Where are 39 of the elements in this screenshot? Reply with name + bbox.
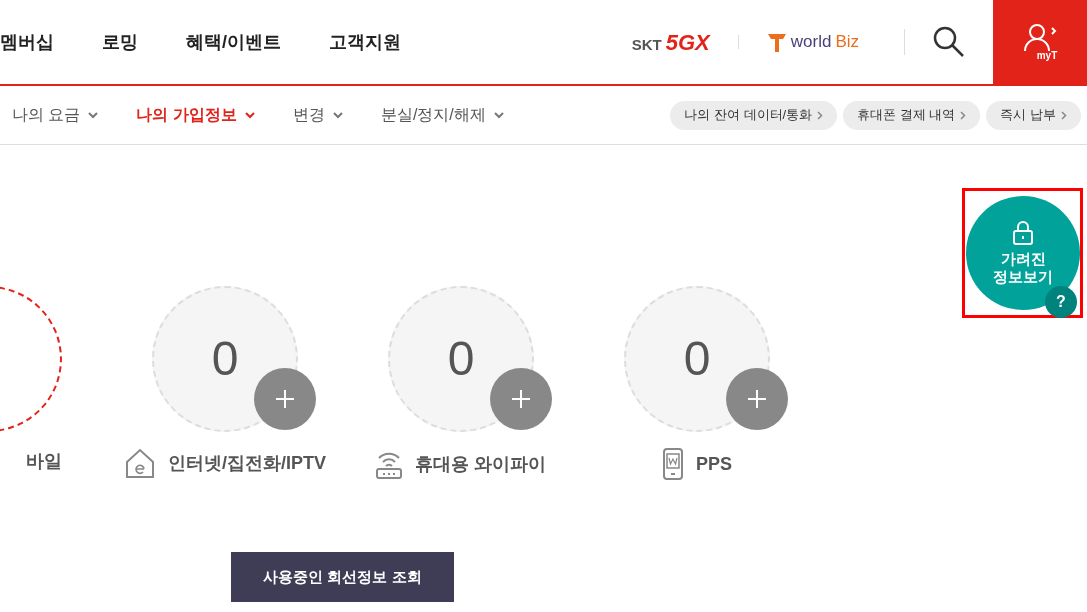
line-count: 0 [447,331,475,387]
sub-nav-tab[interactable]: 나의 가입정보 [136,103,255,127]
my-account-button[interactable]: myT [993,0,1087,84]
nav-link[interactable]: 로밍 [102,28,138,56]
shortcut-chip[interactable]: 즉시 납부 [986,100,1081,130]
chevron-right-icon [1061,110,1067,120]
line-type-label: 인터넷/집전화/IPTV [168,451,326,475]
nav-link[interactable]: 멤버십 [0,28,54,56]
plus-icon [275,389,295,409]
plus-icon [511,389,531,409]
logo[interactable]: SKT 5GX [631,25,710,59]
person-icon [1023,21,1057,52]
shortcut-chip[interactable]: 나의 잔여 데이터/통화 [670,100,838,130]
chevron-down-icon [332,111,343,119]
line-type-label: PPS [696,452,732,476]
line-info-lookup-button[interactable]: 사용중인 회선정보 조회 [231,552,454,602]
chevron-right-icon [960,110,967,120]
chevron-right-icon [817,110,824,120]
logo[interactable]: world Biz [766,29,859,55]
plus-icon [747,389,767,409]
chevron-down-icon [493,111,504,119]
line-count: 0 [211,331,239,387]
chevron-down-icon [244,111,255,119]
line-type-label: 휴대용 와이파이 [415,452,547,476]
shortcut-chip[interactable]: 휴대폰 결제 내역 [843,100,981,130]
nav-link[interactable]: 혜택/이벤트 [186,28,281,56]
sub-nav-tab[interactable]: 변경 [292,103,343,127]
line-count: 0 [683,331,711,387]
sub-nav-tab[interactable]: 나의 요금 [12,103,99,127]
house-icon [124,448,156,478]
sub-nav-tab[interactable]: 분실/정지/해제 [380,103,504,127]
help-button[interactable]: ? [1045,286,1077,318]
t-mark-icon [766,31,787,53]
search-icon[interactable] [932,25,966,59]
chevron-down-icon [88,111,99,119]
nav-link[interactable]: 고객지원 [329,28,401,56]
phone-icon [662,448,684,480]
lock-icon [1012,220,1034,246]
line-type-label: 바일 [26,450,62,473]
